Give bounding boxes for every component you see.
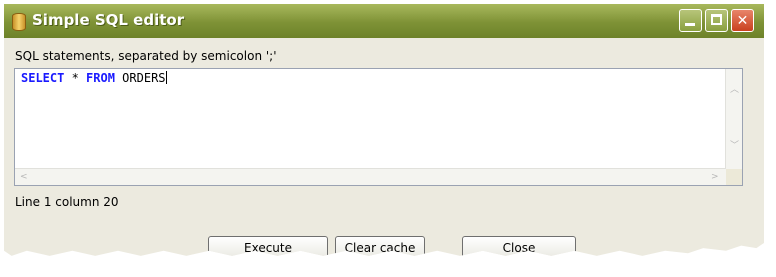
sql-keyword: SELECT (21, 71, 65, 85)
minimize-icon (685, 23, 695, 26)
close-button[interactable]: Close (462, 236, 576, 256)
close-window-button[interactable]: ✕ (731, 9, 754, 32)
scroll-left-arrow-icon[interactable]: < (20, 172, 28, 182)
cursor-position-status: Line 1 column 20 (15, 195, 119, 209)
sql-token: ORDERS (114, 71, 166, 85)
close-icon: ✕ (736, 13, 749, 29)
scroll-right-arrow-icon[interactable]: > (711, 172, 719, 182)
maximize-icon (711, 14, 722, 25)
database-icon (12, 13, 26, 31)
scroll-up-arrow-icon[interactable]: ︿ (730, 85, 739, 95)
vertical-scrollbar[interactable]: ︿ ﹀ (725, 69, 742, 169)
editor-label: SQL statements, separated by semicolon '… (15, 49, 277, 63)
sql-code[interactable]: SELECT * FROM ORDERS (21, 71, 167, 85)
sql-editor-window: Simple SQL editor ✕ SQL statements, sepa… (4, 4, 764, 256)
scrollbar-corner (726, 169, 742, 185)
maximize-button[interactable] (705, 9, 728, 32)
execute-button[interactable]: Execute (208, 236, 328, 256)
minimize-button[interactable] (679, 9, 702, 32)
horizontal-scrollbar[interactable]: < > (15, 168, 726, 185)
clear-cache-button[interactable]: Clear cache (335, 236, 425, 256)
text-caret (165, 71, 167, 84)
sql-text-area[interactable]: SELECT * FROM ORDERS ︿ ﹀ < > (14, 68, 743, 186)
title-bar[interactable]: Simple SQL editor ✕ (4, 4, 764, 38)
sql-keyword: FROM (86, 71, 115, 85)
sql-token: * (64, 71, 87, 85)
scroll-down-arrow-icon[interactable]: ﹀ (730, 141, 739, 151)
window-title: Simple SQL editor (32, 11, 185, 29)
